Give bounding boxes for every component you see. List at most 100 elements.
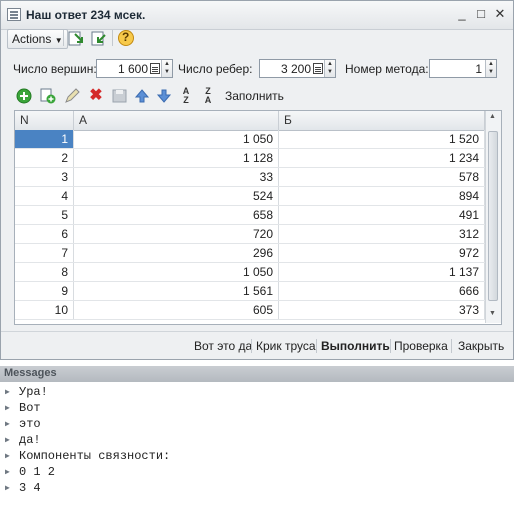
sort-desc-icon[interactable]: ZA	[199, 87, 217, 105]
add-row-icon[interactable]	[15, 87, 33, 105]
run-button[interactable]: Выполнить	[321, 339, 390, 353]
cell-b[interactable]: 491	[279, 206, 485, 224]
cell-n[interactable]: 6	[15, 225, 74, 243]
edit-row-icon[interactable]	[63, 87, 81, 105]
move-up-icon[interactable]	[133, 87, 151, 105]
actions-label: Actions	[12, 32, 52, 46]
cell-b[interactable]: 666	[279, 282, 485, 300]
column-header-a[interactable]: А	[74, 111, 279, 130]
sort-asc-icon[interactable]: AZ	[177, 87, 195, 105]
grid-toolbar: ✖ AZ ZA Заполнить	[15, 87, 495, 107]
message-arrow-icon[interactable]: ▶	[5, 387, 10, 397]
actions-menu-button[interactable]: Actions ▼	[7, 29, 68, 49]
data-table[interactable]: N А Б 11 050 1 520 2 1 128 1 234 3 33 578 4 524 89…	[14, 110, 502, 325]
table-row[interactable]: 10 605 373	[15, 301, 485, 320]
cell-n[interactable]: 2	[15, 149, 74, 167]
cell-b[interactable]: 972	[279, 244, 485, 262]
message-arrow-icon[interactable]: ▶	[5, 467, 10, 477]
cell-b[interactable]: 1 520	[279, 130, 485, 148]
cell-b[interactable]: 894	[279, 187, 485, 205]
table-row[interactable]: 81 050 1 137	[15, 263, 485, 282]
help-button[interactable]: ?	[117, 29, 135, 47]
fill-button[interactable]: Заполнить	[225, 89, 284, 103]
end-edit-icon[interactable]	[111, 87, 129, 105]
cell-a[interactable]: 658	[74, 206, 279, 224]
edges-label: Число ребер:	[178, 62, 253, 76]
messages-header: Messages	[0, 366, 514, 382]
cell-b[interactable]: 373	[279, 301, 485, 319]
spin-updown-icon[interactable]: ▲ ▼	[324, 60, 335, 77]
method-field[interactable]: 1 ▲ ▼	[429, 59, 497, 78]
table-row[interactable]: 5 658 491	[15, 206, 485, 225]
cell-a[interactable]: 524	[74, 187, 279, 205]
table-row[interactable]: 7 296 972	[15, 244, 485, 263]
table-row[interactable]: 11 050 1 520	[15, 130, 485, 149]
table-row[interactable]: 91 561 666	[15, 282, 485, 301]
window-icon	[7, 8, 21, 21]
scrollbar-thumb[interactable]	[488, 131, 498, 301]
krik-trusa-button[interactable]: Крик труса	[256, 339, 316, 353]
cell-n[interactable]: 5	[15, 206, 74, 224]
spin-updown-icon[interactable]: ▲ ▼	[485, 60, 496, 77]
scroll-up-icon[interactable]: ▲	[489, 113, 496, 120]
copy-row-icon[interactable]	[39, 87, 57, 105]
delete-row-icon[interactable]: ✖	[87, 87, 105, 105]
minimize-button[interactable]: _	[455, 7, 469, 21]
cell-a[interactable]: 720	[74, 225, 279, 243]
cell-a[interactable]: 296	[74, 244, 279, 262]
restore-settings-icon[interactable]	[90, 29, 108, 47]
cell-n[interactable]: 9	[15, 282, 74, 300]
cell-n[interactable]: 10	[15, 301, 74, 319]
calculator-icon[interactable]	[150, 63, 160, 74]
cell-b[interactable]: 578	[279, 168, 485, 186]
column-header-b[interactable]: Б	[279, 111, 485, 130]
message-arrow-icon[interactable]: ▶	[5, 419, 10, 429]
cell-b[interactable]: 1 137	[279, 263, 485, 281]
table-row[interactable]: 21 128 1 234	[15, 149, 485, 168]
message-line: ▶ это	[0, 416, 514, 432]
close-window-button[interactable]: ✕	[493, 7, 507, 21]
cell-a[interactable]: 605	[74, 301, 279, 319]
cell-n[interactable]: 1	[15, 130, 74, 148]
spin-updown-icon[interactable]: ▲ ▼	[161, 60, 172, 77]
message-arrow-icon[interactable]: ▶	[5, 483, 10, 493]
message-arrow-icon[interactable]: ▶	[5, 451, 10, 461]
toolbar-separator	[112, 30, 113, 46]
message-arrow-icon[interactable]: ▶	[5, 435, 10, 445]
message-arrow-icon[interactable]: ▶	[5, 403, 10, 413]
cell-a[interactable]: 1 561	[74, 282, 279, 300]
table-row[interactable]: 3 33 578	[15, 168, 485, 187]
cell-a[interactable]: 1 128	[74, 149, 279, 167]
message-line: ▶ 0 1 2	[0, 464, 514, 480]
messages-list: ▶ Ура! ▶ Вот ▶ это ▶ да! ▶ Компоненты связности: ▶…	[0, 384, 514, 525]
maximize-button[interactable]: □	[474, 7, 488, 21]
vot-eto-da-button[interactable]: Вот это да	[194, 339, 252, 353]
title-bar[interactable]: Наш ответ 234 мсек. _ □ ✕	[1, 1, 513, 30]
window-title: Наш ответ 234 мсек.	[26, 8, 146, 22]
table-row[interactable]: 6 720 312	[15, 225, 485, 244]
cell-a[interactable]: 1 050	[74, 263, 279, 281]
table-scrollbar[interactable]: ▲ ▼	[485, 111, 501, 323]
message-text: 0 1 2	[19, 465, 56, 479]
vertices-field[interactable]: 1 600 ▲ ▼	[96, 59, 173, 78]
button-separator	[251, 339, 252, 353]
cell-a[interactable]: 1 050	[74, 130, 279, 148]
calculator-icon[interactable]	[313, 63, 323, 74]
save-settings-icon[interactable]	[67, 29, 85, 47]
button-separator	[316, 339, 317, 353]
edges-field[interactable]: 3 200 ▲ ▼	[259, 59, 336, 78]
messages-title: Messages	[4, 367, 57, 379]
close-button[interactable]: Закрыть	[458, 339, 504, 353]
column-header-n[interactable]: N	[15, 111, 74, 130]
cell-n[interactable]: 8	[15, 263, 74, 281]
cell-n[interactable]: 3	[15, 168, 74, 186]
check-button[interactable]: Проверка	[394, 339, 448, 353]
scroll-down-icon[interactable]: ▼	[489, 310, 496, 317]
table-row[interactable]: 4 524 894	[15, 187, 485, 206]
cell-b[interactable]: 1 234	[279, 149, 485, 167]
cell-n[interactable]: 7	[15, 244, 74, 262]
move-down-icon[interactable]	[155, 87, 173, 105]
cell-b[interactable]: 312	[279, 225, 485, 243]
cell-a[interactable]: 33	[74, 168, 279, 186]
cell-n[interactable]: 4	[15, 187, 74, 205]
